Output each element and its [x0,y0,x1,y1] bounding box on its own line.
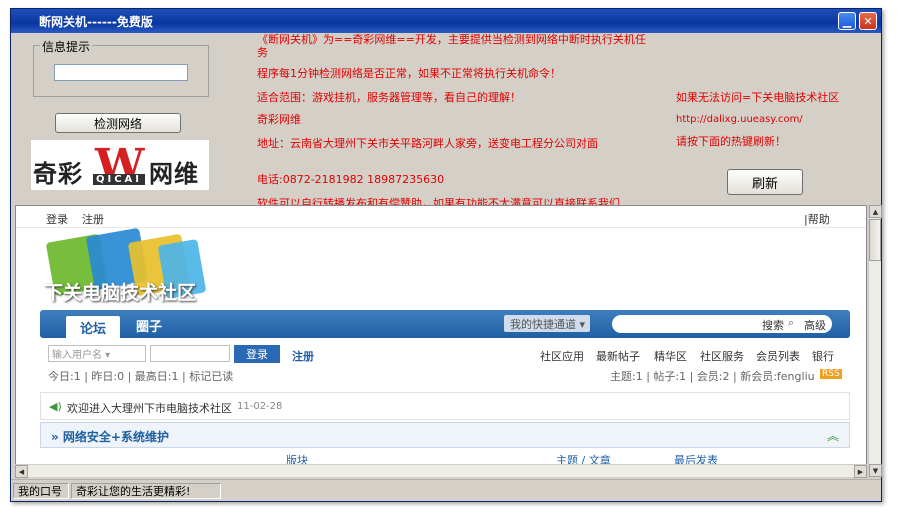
close-button[interactable]: ✕ [859,12,877,30]
title-bar[interactable]: 断网关机------免费版 ▁ ✕ [11,9,881,33]
scroll-right-icon[interactable]: ▶ [854,465,867,478]
scroll-up-icon[interactable]: ▲ [869,205,882,218]
embedded-browser[interactable]: 登录 注册 |帮助 下关电脑技术社区 论坛 圈子 我的快捷通道 ▾ 搜索 ⌕ 高… [15,205,867,477]
info-line-7: 软件可以自行转播发布和有偿赞助，如果有功能不太满意可以直接联系我们 [257,197,620,205]
scroll-down-icon[interactable]: ▼ [869,464,882,477]
menu-digest[interactable]: 精华区 [654,348,687,364]
register-button[interactable]: 注册 [292,348,314,364]
search-icon[interactable]: ⌕ [788,316,794,330]
forum-navbar: 论坛 圈子 我的快捷通道 ▾ 搜索 ⌕ 高级 [40,310,850,338]
qicai-logo: 奇彩 W 网维 QICAI [31,140,209,190]
password-input[interactable] [150,345,230,362]
login-button[interactable]: 登录 [234,345,280,363]
status-bar: 我的口号 奇彩让您的生活更精彩! [11,479,881,501]
control-panel: 信息提示 检测网络 奇彩 W 网维 QICAI 《断网关机》为==奇彩网维==开… [11,33,881,205]
collapse-icon[interactable]: ︽ [827,427,839,444]
username-input[interactable]: 输入用户名 ▾ [48,345,146,362]
app-window: 断网关机------免费版 ▁ ✕ 信息提示 检测网络 奇彩 W 网维 QICA… [10,8,882,502]
web-topbar: 登录 注册 |帮助 [16,206,866,228]
rss-badge[interactable]: RSS [820,369,842,379]
login-link[interactable]: 登录 [46,211,68,227]
info-line-3: 适合范围：游戏挂机，服务器管理等，看自己的理解！ [257,91,521,104]
welcome-date: 11-02-28 [237,401,283,412]
welcome-bar: ◀) 欢迎进入大理州下市电脑技术社区 11-02-28 [40,392,850,420]
tab-forum[interactable]: 论坛 [66,316,120,338]
quick-channel-dropdown[interactable]: 我的快捷通道 ▾ [504,315,590,332]
stats-right: 主题:1 | 帖子:1 | 会员:2 | 新会员:fengliu [610,370,815,383]
close-icon: ✕ [863,14,873,28]
info-line-1: 《断网关机》为==奇彩网维==开发，主要提供当检测到网络中断时执行关机任务 [257,33,646,59]
detect-network-button[interactable]: 检测网络 [55,113,181,133]
logo-text-left: 奇彩 [33,160,83,188]
menu-community-apps[interactable]: 社区应用 [540,348,584,364]
info-groupbox: 信息提示 [33,38,209,97]
vertical-scrollbar[interactable]: ▲ ▼ [868,205,882,477]
horizontal-scrollbar[interactable]: ◀ ▶ [15,464,867,478]
search-label[interactable]: 搜索 [762,317,784,333]
status-cell-slogan: 奇彩让您的生活更精彩! [71,482,221,499]
info-line-6: 电话:0872-2181982 18987235630 [257,173,445,186]
refresh-button[interactable]: 刷新 [727,169,803,195]
menu-services[interactable]: 社区服务 [700,348,744,364]
info-line-4: 奇彩网维 [257,113,301,126]
speaker-icon: ◀) [49,400,62,413]
section-title[interactable]: » 网络安全+系统维护 [51,428,169,445]
tab-circle[interactable]: 圈子 [136,316,162,335]
menu-new-posts[interactable]: 最新帖子 [596,348,640,364]
info-line-5: 地址：云南省大理州下关市关平路河畔人家旁，送变电工程分公司对面 [257,137,598,150]
minimize-button[interactable]: ▁ [838,12,856,30]
info-group-label: 信息提示 [40,38,93,55]
right-line-1: 如果无法访问=下关电脑技术社区 [676,91,840,104]
window-title: 断网关机------免费版 [39,14,153,29]
banner-title: 下关电脑技术社区 [44,282,197,304]
search-input[interactable]: 搜索 ⌕ 高级 [612,315,832,333]
register-link[interactable]: 注册 [82,211,104,227]
status-cell-slogan-label: 我的口号 [13,482,69,499]
scroll-left-icon[interactable]: ◀ [15,465,28,478]
right-line-3: 请按下面的热键刷新！ [676,135,786,148]
info-field[interactable] [54,64,188,81]
info-line-2: 程序每1分钟检测网络是否正常，如果不正常将执行关机命令！ [257,67,561,80]
minimize-icon: ▁ [842,14,852,28]
logo-sub: QICAI [93,174,146,185]
right-line-2[interactable]: http://dalixg.uueasy.com/ [676,113,856,126]
title-buttons: ▁ ✕ [838,12,877,30]
section-network-security[interactable]: » 网络安全+系统维护 ︽ [40,422,850,448]
advanced-search-link[interactable]: 高级 [804,317,826,333]
menu-members[interactable]: 会员列表 [756,348,800,364]
welcome-text: 欢迎进入大理州下市电脑技术社区 [67,402,232,415]
logo-text-right: 网维 [149,160,199,188]
help-link[interactable]: |帮助 [804,211,830,227]
menu-bank[interactable]: 银行 [812,348,834,364]
stats-left[interactable]: 今日:1 | 昨日:0 | 最高日:1 | 标记已读 [48,368,233,384]
forum-banner[interactable]: 下关电脑技术社区 [40,227,212,308]
scroll-thumb[interactable] [869,219,881,261]
